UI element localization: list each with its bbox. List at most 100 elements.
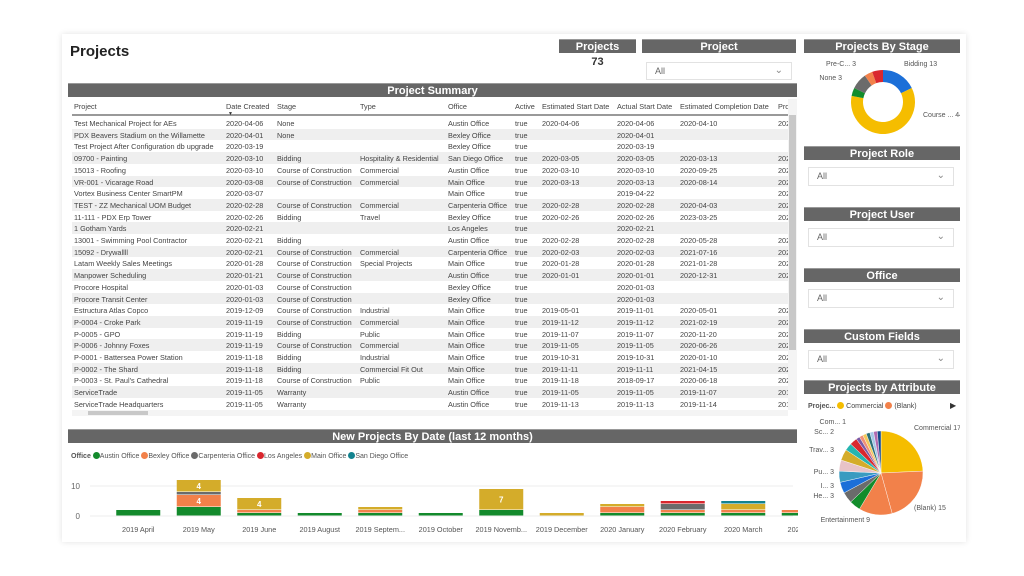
bar-segment[interactable] [116, 510, 161, 516]
bar-segment[interactable] [479, 510, 524, 516]
slice-label: Pu... 3 [814, 469, 834, 476]
table-cell: 202 [778, 200, 788, 210]
bar-segment[interactable] [600, 513, 645, 516]
column-header[interactable]: Date Created [226, 102, 276, 111]
column-header[interactable]: Active [515, 102, 541, 111]
legend-item[interactable]: Bexley Office [141, 452, 189, 460]
table-cell: 2019-11-14 [680, 399, 717, 409]
bar-segment[interactable] [660, 504, 705, 510]
table-cell: true [515, 282, 528, 292]
table-cell: Course of Construction [277, 376, 352, 386]
filter-value: All [817, 171, 828, 181]
bar-segment[interactable] [721, 510, 766, 513]
column-header[interactable]: Project [74, 102, 224, 111]
table-cell: 2020-02-26 [617, 212, 655, 222]
table-cell: Bidding [277, 236, 302, 245]
bar-segment[interactable] [358, 507, 403, 510]
filter-title: Office [804, 268, 960, 282]
y-tick-label: 0 [76, 512, 81, 521]
bar-segment[interactable] [297, 513, 342, 516]
bar-segment[interactable] [237, 510, 282, 513]
bar-segment[interactable] [721, 501, 766, 504]
bar-segment[interactable] [721, 504, 766, 510]
table-cell: true [515, 341, 528, 351]
bar-segment[interactable] [237, 513, 282, 516]
table-cell: 2020-02-21 [226, 236, 264, 245]
bar-segment[interactable] [176, 507, 221, 516]
table-cell: Course of Construction [277, 341, 352, 351]
table-cell: true [515, 200, 528, 210]
scrollbar-thumb[interactable] [789, 115, 796, 350]
filter-dropdown[interactable]: All ⌄ [808, 289, 954, 308]
filter-dropdown[interactable]: All ⌄ [808, 228, 954, 247]
chevron-down-icon: ⌄ [936, 353, 945, 364]
table-cell: 2021-04-15 [680, 364, 718, 374]
chevron-down-icon: ⌄ [774, 65, 783, 76]
bar-segment[interactable] [539, 513, 584, 516]
bar-segment[interactable] [660, 510, 705, 513]
table-cell: Vortex Business Center SmartPM [74, 189, 183, 199]
table-cell: Main Office [448, 317, 485, 327]
bar-chart: 0 10 2019 April 4 4 2019 May 4 2019 June 2019 Au… [71, 480, 798, 534]
h-scrollbar-thumb[interactable] [88, 411, 148, 415]
column-header[interactable]: Office [448, 102, 514, 111]
filter-dropdown[interactable]: All ⌄ [808, 350, 954, 369]
slice-label: Commercial 17 [914, 425, 960, 432]
column-header[interactable]: Estimated Start Date [542, 102, 616, 111]
bar-segment[interactable] [660, 513, 705, 516]
header-divider [72, 114, 788, 116]
legend-item[interactable]: (Blank) [885, 402, 917, 410]
table-cell: 202 [778, 271, 788, 281]
bar-segment[interactable] [418, 513, 463, 516]
legend-item[interactable]: San Diego Office [348, 452, 409, 460]
bar-segment[interactable] [781, 510, 798, 513]
pie-slice[interactable] [883, 70, 912, 94]
horizontal-scrollbar[interactable] [72, 410, 788, 416]
bar-segment[interactable] [176, 492, 221, 495]
column-header[interactable]: Type [360, 102, 446, 111]
bar-segment[interactable] [781, 513, 798, 516]
table-cell: 2020-06-26 [680, 341, 718, 351]
table-cell: 2023-03-25 [680, 212, 718, 222]
table-cell: 202 [778, 306, 788, 316]
table-cell: 2019-11-07 [680, 388, 717, 398]
table-cell: Public [360, 329, 380, 339]
attribute-chart-title: Projects by Attribute [804, 380, 960, 394]
legend-item[interactable]: Carpenteria Office [191, 452, 255, 460]
legend-item[interactable]: Commercial [837, 402, 883, 410]
bar-segment[interactable] [600, 507, 645, 513]
table-cell: Bidding [277, 364, 302, 374]
column-header[interactable]: Pro [778, 102, 788, 111]
bar-segment[interactable] [600, 504, 645, 507]
table-cell: Travel [360, 212, 381, 222]
table-cell: 2020-02-21 [617, 224, 655, 234]
table-cell: 2020-02-28 [617, 236, 655, 245]
legend-label: San Diego Office [355, 453, 409, 460]
column-header[interactable]: Stage [277, 102, 359, 111]
project-filter-dropdown[interactable]: All ⌄ [646, 62, 792, 80]
table-cell: 2019-11-05 [542, 341, 579, 351]
pie-slice[interactable] [880, 430, 924, 474]
table-cell: Commercial [360, 341, 399, 351]
bar-segment[interactable] [660, 501, 705, 504]
legend-item[interactable]: Austin Office [92, 452, 139, 460]
bar-segment[interactable] [358, 513, 403, 516]
legend-item[interactable]: Los Angeles [257, 452, 302, 460]
legend-item[interactable]: Main Office [304, 452, 346, 460]
column-header[interactable]: Estimated Completion Date [680, 102, 776, 111]
x-tick-label: 2020 February [659, 525, 707, 534]
legend-next-arrow-icon[interactable]: ▶ [950, 401, 956, 410]
table-cell: Bexley Office [448, 142, 491, 152]
table-cell: Test Project After Configuration db upgr… [74, 142, 214, 152]
column-header[interactable]: Actual Start Date [617, 102, 679, 111]
table-cell: TEST - ZZ Mechanical UOM Budget [74, 200, 192, 210]
bar-segment[interactable] [721, 513, 766, 516]
table-cell: VR-001 - Vicarage Road [74, 177, 154, 187]
filter-dropdown[interactable]: All ⌄ [808, 167, 954, 186]
bar-segment[interactable] [358, 510, 403, 513]
table-cell: 2020-02-28 [542, 200, 580, 210]
table-cell: 2020-09-25 [680, 165, 718, 175]
table-cell: Austin Office [448, 119, 490, 128]
vertical-scrollbar[interactable] [788, 99, 797, 410]
table-cell: 2020-05-28 [680, 236, 718, 245]
